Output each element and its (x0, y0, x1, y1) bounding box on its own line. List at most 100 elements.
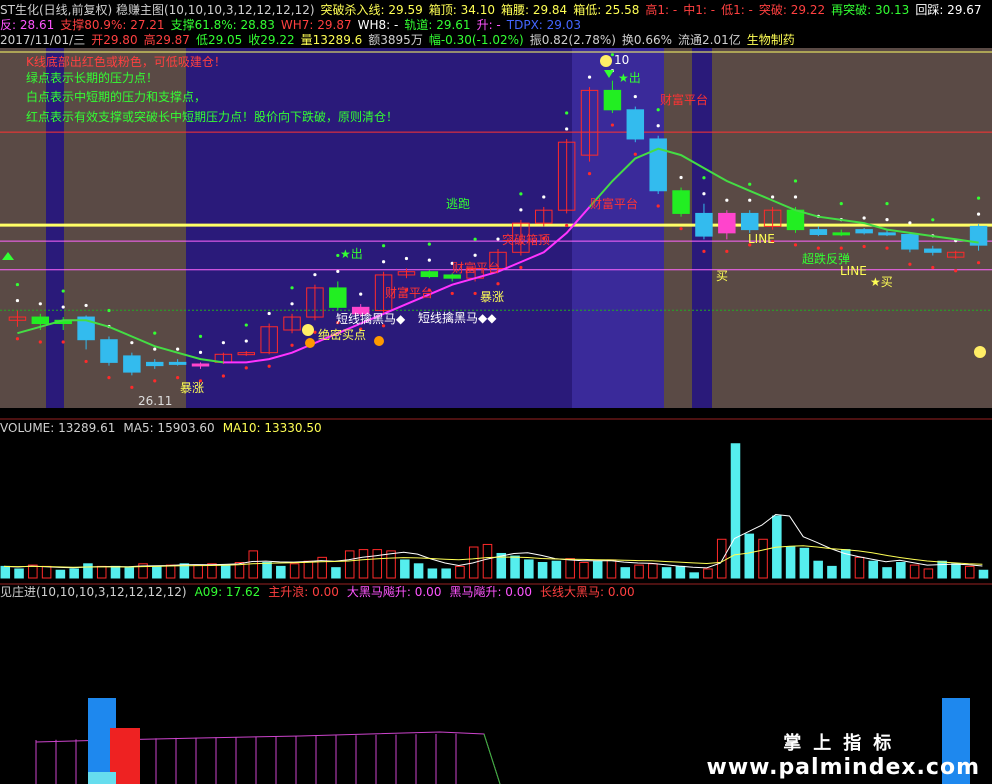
candle-dot-green-4 (107, 308, 111, 313)
header-row2-item-5: 轨道: 29.61 (404, 18, 471, 32)
candle-dot-white-22 (519, 208, 523, 212)
indicator-legend-item-0: 见庄进(10,10,10,3,12,12,12,12) (0, 585, 187, 599)
chart-window: 26.11 10 暴涨 暴涨 ★出 ★出买 ★买 财富平台 财富平台 财富平台 财富平台 突破箱顶 逃跑… (0, 0, 992, 784)
volume-bar-66 (909, 564, 920, 579)
volume-bar-20 (276, 565, 286, 579)
indicator-green-line (483, 733, 501, 784)
candle-body-5 (123, 355, 141, 373)
candle-dot-red-12 (290, 343, 294, 347)
candle-dot-white-11 (267, 311, 271, 316)
anno-duan-xian-1: 短线擒黑马◆ (336, 311, 406, 326)
volume-bar-52 (716, 538, 727, 579)
volume-bar-63 (868, 560, 879, 579)
header-row2-item-2: 支撑61.8%: 28.83 (170, 18, 275, 32)
candle-dot-white-24 (565, 127, 569, 131)
candle-body-30 (695, 212, 713, 237)
candle-body-26 (603, 89, 622, 111)
candle-dot-white-15 (359, 292, 363, 296)
indicator-legend-item-4: 黑马飚升: 0.00 (449, 585, 533, 599)
volume-bar-35 (482, 543, 493, 579)
candle-dot-white-0 (15, 298, 20, 303)
anno-tao-pao: 逃跑 (446, 197, 470, 211)
candle-dot-red-39 (908, 262, 912, 266)
volume-bar-57 (785, 546, 796, 579)
anno-price-high: 10 (614, 53, 629, 67)
anno-duan-xian-2: 短线擒黑马◆◆ (418, 310, 497, 325)
candle-body-27 (626, 109, 645, 140)
candle-body-14 (329, 287, 347, 308)
candle-body-19 (443, 274, 461, 279)
candle-dot-red-29 (679, 227, 683, 231)
anno-line-2: LINE (840, 264, 867, 278)
candle-dot-white-13 (313, 273, 317, 277)
candle-dot-white-12 (290, 302, 294, 306)
candle-body-29 (672, 190, 690, 214)
candle-dot-white-7 (176, 347, 180, 351)
candle-dot-red-9 (221, 374, 225, 378)
candle-dot-white-20 (473, 253, 477, 257)
volume-bar-47 (648, 563, 658, 579)
volume-bar-6 (83, 563, 93, 579)
candle-dot-white-31 (725, 198, 729, 202)
candle-body-31 (718, 212, 736, 234)
candle-dot-green-34 (793, 179, 798, 183)
candle-body-39 (901, 233, 919, 250)
volume-ma10-line (4, 545, 983, 568)
candle-dot-red-40 (931, 265, 935, 270)
volume-bar-25 (344, 550, 355, 579)
candle-dot-white-5 (130, 341, 134, 345)
candle-dot-green-20 (473, 237, 477, 241)
volume-bar-48 (661, 567, 672, 579)
header-row3-item-11: 生物制药 (746, 33, 795, 47)
candle-dot-green-10 (244, 323, 248, 327)
candle-dot-red-2 (61, 340, 65, 344)
header-row3-item-10: 流通2.01亿 (678, 33, 741, 47)
volume-panel-title: VOLUME: 13289.61 MA5: 15903.60 MA10: 13330… (0, 421, 330, 435)
header-row1-item-7: 低1: - (721, 3, 753, 17)
candle-dot-green-28 (656, 108, 660, 112)
anno-tu-po: 突破箱顶 (502, 232, 550, 247)
candle-body-34 (786, 209, 805, 231)
candle-body-18 (420, 271, 439, 278)
indicator-bar-cyan-1 (88, 772, 116, 784)
candle-body-28 (649, 138, 667, 192)
header-row1-item-1: 突破杀入线: 29.59 (320, 3, 423, 17)
candle-dot-white-21 (496, 237, 500, 241)
indicator-legend-item-1: A09: 17.62 (194, 585, 261, 599)
candle-dot-white-34 (793, 195, 798, 199)
volume-bar-54 (744, 533, 755, 579)
candle-dot-white-39 (908, 221, 912, 225)
header-row2-item-0: 反: 28.61 (0, 18, 55, 32)
volume-bar-30 (413, 563, 424, 579)
candle-dot-white-33 (771, 195, 775, 199)
volume-bar-53 (730, 443, 741, 579)
header-row3-item-6: 额3895万 (368, 33, 423, 47)
candle-dot-white-2 (61, 305, 65, 309)
volume-legend-item-0: VOLUME: 13289.61 (0, 421, 116, 435)
volume-bar-50 (689, 572, 699, 579)
header-row2-item-6: 升: - (476, 18, 501, 32)
header-row1-item-10: 回踩: 29.67 (915, 3, 982, 17)
volume-bar-51 (703, 568, 713, 579)
indicator-panel-title: 见庄进(10,10,10,3,12,12,12,12) A09: 17.62 主升浪… (0, 585, 643, 599)
candle-dot-green-22 (519, 192, 523, 196)
candle-dot-white-27 (633, 94, 637, 99)
smiley-icon-top (600, 55, 612, 67)
anno-line-1: LINE (748, 232, 775, 246)
volume-bar-31 (427, 568, 438, 579)
candle-dot-white-3 (84, 303, 88, 308)
candle-dot-white-42 (976, 212, 981, 216)
candle-dot-red-34 (793, 243, 798, 247)
candle-dot-red-7 (176, 376, 180, 380)
candle-dot-red-5 (130, 385, 134, 389)
header-row3-item-4: 收29.22 (248, 33, 295, 47)
note-2: 绿点表示长期的压力点！ (26, 71, 159, 85)
note-1: K线底部出红色或粉色，可低吸建仓！ (26, 55, 226, 69)
candle-dot-green-16 (381, 244, 386, 248)
candle-body-37 (855, 229, 873, 234)
candle-dot-green-38 (885, 202, 889, 206)
header-row-1: ST生化(日线,前复权) 稳赚主图(10,10,10,3,12,12,12,12… (0, 2, 988, 18)
volume-bar-16 (220, 564, 231, 579)
volume-bar-18 (248, 550, 259, 579)
volume-bar-39 (537, 562, 548, 579)
